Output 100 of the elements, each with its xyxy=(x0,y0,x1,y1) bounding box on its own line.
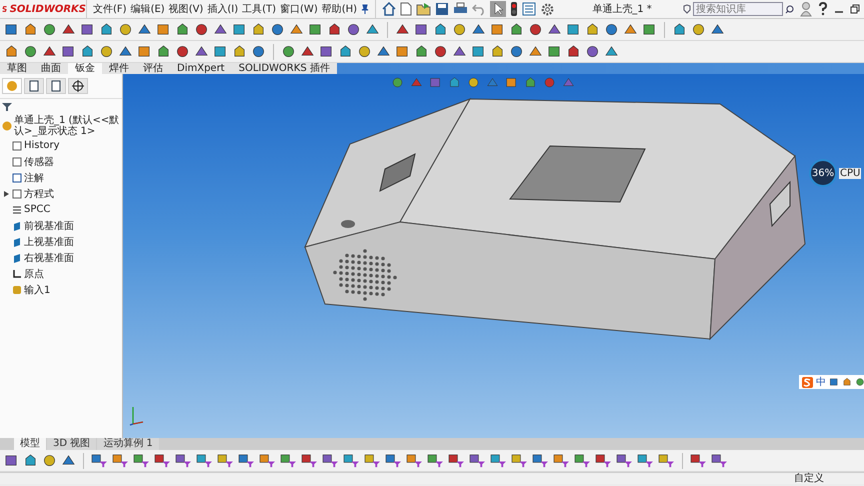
tool-icon[interactable] xyxy=(175,44,190,59)
tool-icon[interactable] xyxy=(452,22,467,37)
panel-tab[interactable] xyxy=(68,78,88,94)
selection-filter-icon[interactable] xyxy=(154,453,171,468)
selection-filter-icon[interactable] xyxy=(112,453,129,468)
tool-icon[interactable] xyxy=(490,22,505,37)
graphics-viewport[interactable]: 36% CPU 中 xyxy=(123,74,864,438)
tool-icon[interactable] xyxy=(471,44,486,59)
input-method-icon[interactable] xyxy=(802,376,813,388)
tool-icon[interactable] xyxy=(490,44,505,59)
menu-item[interactable]: 窗口(W) xyxy=(280,2,318,16)
selection-filter-icon[interactable] xyxy=(217,453,234,468)
tool-icon[interactable] xyxy=(691,22,706,37)
menu-item[interactable]: 视图(V) xyxy=(168,2,204,16)
tool-icon[interactable] xyxy=(156,44,171,59)
selection-filter-icon[interactable] xyxy=(532,453,549,468)
tree-item[interactable]: SPCC xyxy=(24,204,50,215)
sheet-metal-enclosure-drawing[interactable] xyxy=(304,98,806,340)
restore-icon[interactable] xyxy=(850,4,860,14)
tool-icon[interactable] xyxy=(414,44,429,59)
selection-filter-icon[interactable] xyxy=(259,453,276,468)
tree-item[interactable]: 右视基准面 xyxy=(24,250,74,264)
tool-icon[interactable] xyxy=(61,44,76,59)
selection-filter-icon[interactable] xyxy=(238,453,255,468)
tool-icon[interactable] xyxy=(281,44,296,59)
tool-icon[interactable] xyxy=(251,44,266,59)
tool-icon[interactable] xyxy=(251,22,266,37)
panel-tab[interactable] xyxy=(46,78,66,94)
panel-tab[interactable] xyxy=(24,78,44,94)
list-icon[interactable] xyxy=(522,2,536,16)
search-field[interactable]: 搜索知识库 xyxy=(693,2,783,16)
tool-icon[interactable] xyxy=(99,22,114,37)
command-tab[interactable]: 曲面 xyxy=(34,63,68,74)
tool-icon[interactable] xyxy=(642,22,657,37)
tool-icon[interactable] xyxy=(357,44,372,59)
tool-icon[interactable] xyxy=(4,22,19,37)
model-tab[interactable]: 3D 视图 xyxy=(47,438,96,450)
tool-icon[interactable] xyxy=(346,22,361,37)
tool-icon[interactable] xyxy=(433,22,448,37)
tool-icon[interactable] xyxy=(23,453,38,468)
tool-icon[interactable] xyxy=(42,453,57,468)
command-tab[interactable]: DimXpert xyxy=(170,63,232,74)
tool-icon[interactable] xyxy=(433,44,448,59)
print-icon[interactable] xyxy=(453,2,468,16)
model-tab[interactable]: 模型 xyxy=(14,438,46,450)
tool-icon[interactable] xyxy=(213,44,228,59)
tree-item[interactable]: 前视基准面 xyxy=(24,218,74,232)
command-tab[interactable]: 评估 xyxy=(136,63,170,74)
tree-item[interactable]: 注解 xyxy=(24,170,44,184)
tool-icon[interactable] xyxy=(585,22,600,37)
tool-icon[interactable] xyxy=(156,22,171,37)
selection-filter-icon[interactable] xyxy=(385,453,402,468)
selection-filter-icon[interactable] xyxy=(637,453,654,468)
tool-icon[interactable] xyxy=(175,22,190,37)
traffic-light-icon[interactable] xyxy=(510,1,518,17)
tree-item[interactable]: 方程式 xyxy=(24,186,54,200)
tool-icon[interactable] xyxy=(604,22,619,37)
tool-icon[interactable] xyxy=(80,44,95,59)
selection-filter-icon[interactable] xyxy=(658,453,675,468)
tree-item[interactable]: History xyxy=(24,140,60,151)
selection-filter-icon[interactable] xyxy=(133,453,150,468)
selection-filter-icon[interactable] xyxy=(406,453,423,468)
open-folder-icon[interactable] xyxy=(416,2,432,16)
tool-icon[interactable] xyxy=(566,44,581,59)
tree-item[interactable]: 上视基准面 xyxy=(24,234,74,248)
command-tab[interactable]: 钣金 xyxy=(68,63,102,74)
selection-filter-icon[interactable] xyxy=(175,453,192,468)
tool-icon[interactable] xyxy=(585,44,600,59)
selection-filter-icon[interactable] xyxy=(91,453,108,468)
tool-icon[interactable] xyxy=(509,44,524,59)
menu-item[interactable]: 工具(T) xyxy=(242,2,276,16)
tree-item[interactable]: 原点 xyxy=(24,266,44,280)
tool-icon[interactable] xyxy=(80,22,95,37)
menu-item[interactable]: 编辑(E) xyxy=(130,2,165,16)
tool-icon[interactable] xyxy=(232,44,247,59)
tool-icon[interactable] xyxy=(509,22,524,37)
pin-icon[interactable] xyxy=(361,4,370,14)
settings-icon[interactable] xyxy=(540,2,556,16)
tree-item[interactable]: 传感器 xyxy=(24,154,54,168)
selection-filter-icon[interactable] xyxy=(553,453,570,468)
menu-item[interactable]: 插入(I) xyxy=(207,2,238,16)
tool-icon[interactable] xyxy=(118,22,133,37)
select-pointer-icon[interactable] xyxy=(490,1,506,17)
tool-icon[interactable] xyxy=(395,44,410,59)
tool-icon[interactable] xyxy=(23,44,38,59)
tool-icon[interactable] xyxy=(672,22,687,37)
search-icon[interactable] xyxy=(785,4,794,14)
selection-filter-icon[interactable] xyxy=(280,453,297,468)
tool-icon[interactable] xyxy=(99,44,114,59)
new-document-icon[interactable] xyxy=(400,2,412,16)
tree-item[interactable]: 输入1 xyxy=(24,282,50,296)
tool-icon[interactable] xyxy=(23,22,38,37)
tool-icon[interactable] xyxy=(528,22,543,37)
selection-filter-icon[interactable] xyxy=(343,453,360,468)
selection-filter-icon[interactable] xyxy=(448,453,465,468)
expand-arrow-icon[interactable] xyxy=(4,190,8,196)
tool-icon[interactable] xyxy=(319,44,334,59)
filter-icon[interactable] xyxy=(2,102,12,112)
user-icon[interactable] xyxy=(800,1,812,17)
tool-icon[interactable] xyxy=(4,44,19,59)
